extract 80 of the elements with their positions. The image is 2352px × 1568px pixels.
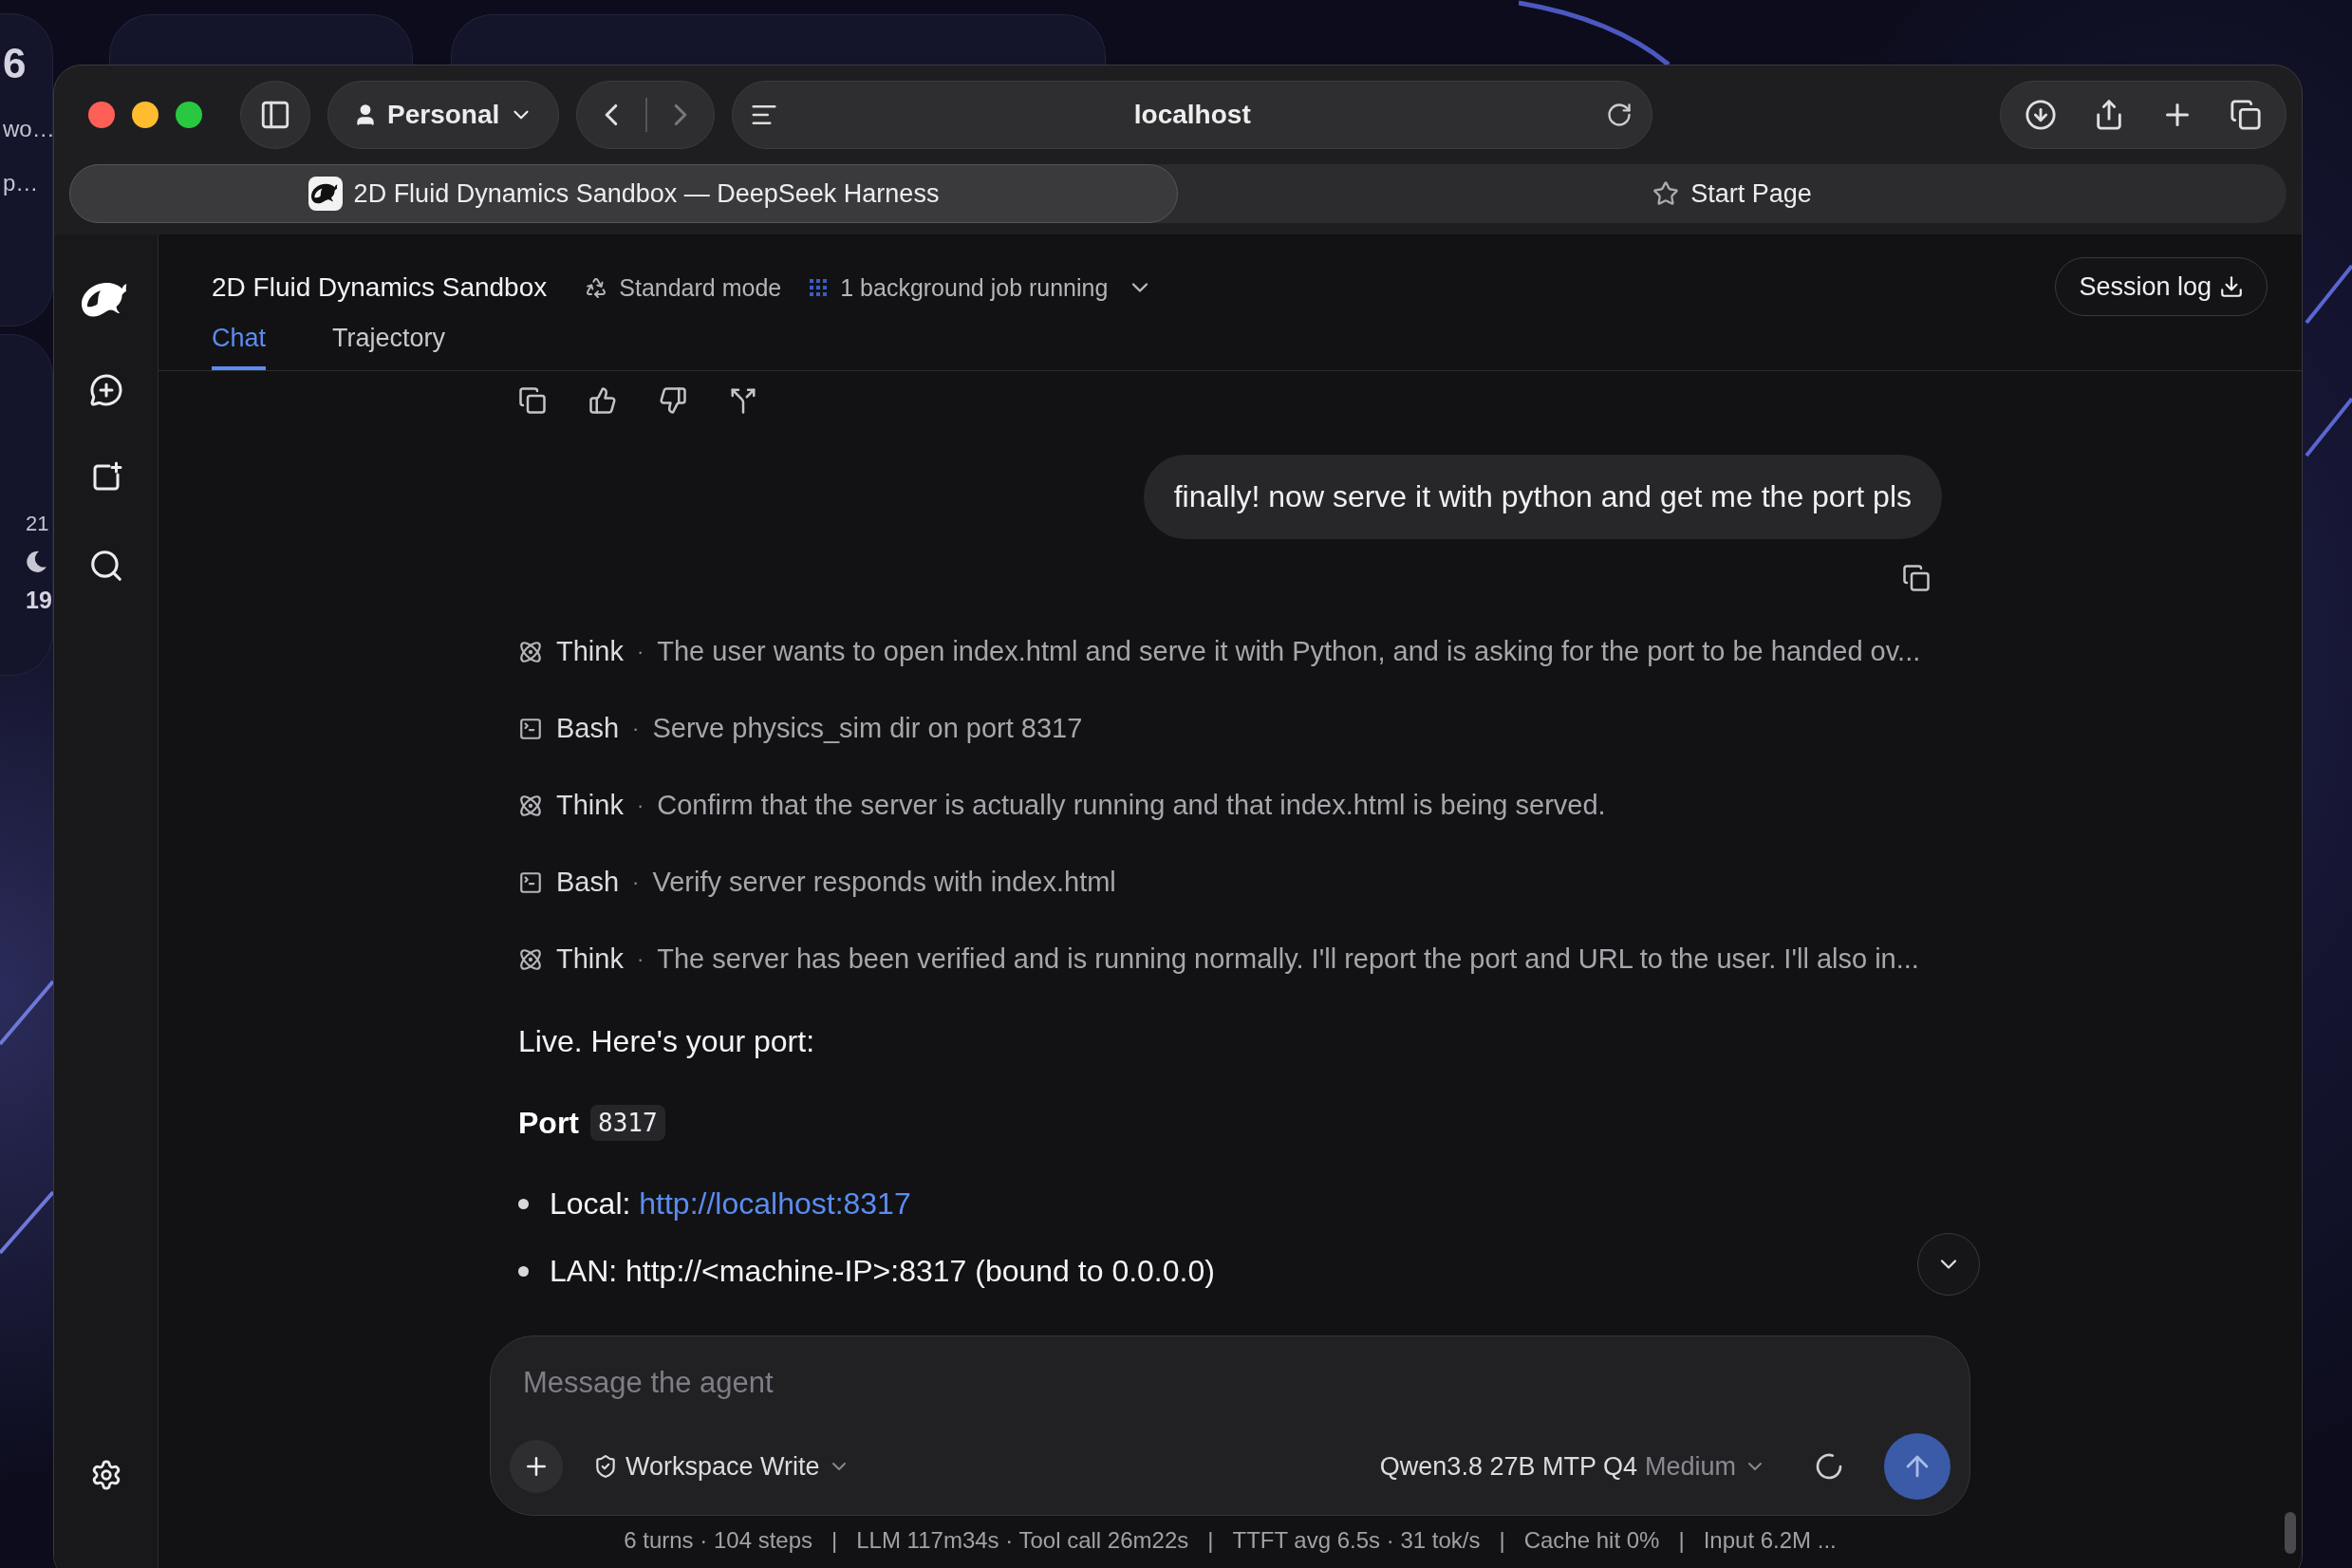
profile-button[interactable]: Personal [327,81,560,149]
shield-icon [593,1454,618,1479]
address-text: localhost [1132,100,1252,130]
user-message: finally! now serve it with python and get me the port pls [1143,455,1942,539]
scrollbar-thumb[interactable] [2285,1512,2296,1554]
zoom-button[interactable] [176,102,202,128]
list-item-text: LAN: http://<machine-IP>:8317 (bound to 0.0.0.0) [550,1254,1215,1289]
address-bar[interactable]: localhost [732,81,1653,149]
background-jobs-label: 1 background job running [840,273,1109,302]
step-summary: Serve physics_sim dir on port 8317 [652,713,1083,744]
view-tab[interactable]: Trajectory [332,324,446,370]
atom-icon [518,946,543,972]
download-icon [2219,274,2244,299]
status-separator: | [1207,1527,1214,1554]
separator-dot: · [632,716,640,741]
step-label[interactable]: Bash [556,713,620,744]
separator-dot: · [636,946,644,972]
status-separator: | [1678,1527,1685,1554]
session-log-button[interactable]: Session log [2055,257,2268,316]
moon-icon [26,550,47,573]
terminal-icon [518,716,543,741]
tab-title: Start Page [1690,178,1812,209]
branch-icon[interactable] [729,386,757,415]
widget-text: 19 [26,586,52,615]
widget-text: 21 [26,512,49,537]
browser-tab[interactable]: 2D Fluid Dynamics Sandbox — DeepSeek Harness [69,164,1178,223]
step-summary: The server has been verified and is running normally. I'll report the port and URL to the user. I'll also in... [657,943,1919,975]
star-icon [1652,180,1680,207]
recycle-icon [585,276,608,299]
status-item: TTFT avg 6.5s · 31 tok/s [1232,1527,1481,1554]
step-summary: Confirm that the server is actually running and that index.html is being served. [657,790,1606,821]
list-item-text: Local: http://localhost:8317 [550,1186,911,1222]
status-separator: | [831,1527,838,1554]
message-input[interactable]: Message the agent [510,1365,1951,1401]
status-separator: | [1499,1527,1505,1554]
separator-dot: · [636,639,644,664]
bullet-icon [518,1199,529,1209]
thumbs-up-icon[interactable] [588,386,617,415]
widget-text: 6 [3,39,27,88]
copy-icon[interactable] [1902,564,1931,592]
reply-text: Live. Here's your port: [518,1024,815,1059]
view-tab[interactable]: Chat [212,324,267,370]
chat-title: 2D Fluid Dynamics Sandbox [212,272,548,303]
port-code: 8317 [590,1105,665,1141]
terminal-icon [518,869,543,895]
mode-label: Standard mode [619,273,782,302]
copy-icon[interactable] [518,386,547,415]
widget-card[interactable]: 6 wo… p… [0,13,53,327]
tab-title: 2D Fluid Dynamics Sandbox — DeepSeek Harness [353,178,940,209]
status-item: LLM 117m34s · Tool call 26m22s [856,1527,1189,1554]
status-item: Cache hit 0% [1523,1527,1660,1554]
step-summary: Verify server responds with index.html [652,867,1116,898]
model-dropdown[interactable]: Qwen3.8 27B MTP Q4 Medium [1372,1451,1774,1482]
port-heading: Port [518,1105,579,1141]
browser-tab[interactable]: Start Page [1178,164,2287,223]
atom-icon [518,639,543,664]
status-item: Input 6.2M ... [1703,1527,1837,1554]
minimize-button[interactable] [132,102,159,128]
close-button[interactable] [88,102,115,128]
local-link[interactable]: http://localhost:8317 [639,1186,911,1221]
step-label[interactable]: Think [556,790,624,821]
favicon-icon [310,182,340,205]
new-chat-icon[interactable] [88,372,123,407]
thumbs-down-icon[interactable] [659,386,687,415]
separator-dot: · [632,869,640,895]
step-summary: The user wants to open index.html and serve it with Python, and is asking for the port to be handed ov... [657,636,1921,667]
bullet-icon [518,1266,529,1277]
widget-card[interactable]: 21 19 [0,334,53,676]
step-label[interactable]: Bash [556,867,620,898]
permission-dropdown[interactable]: Workspace Write [586,1451,858,1482]
widget-text: wo… [3,115,55,143]
step-label[interactable]: Think [556,636,624,667]
reload-icon[interactable] [1606,102,1633,128]
widget-text: p… [3,169,39,197]
step-label[interactable]: Think [556,943,624,975]
status-item: 6 turns · 104 steps [624,1527,813,1554]
atom-icon [518,793,543,818]
loading-spinner-icon [1814,1451,1844,1482]
dots-icon [808,277,830,298]
separator-dot: · [636,793,644,818]
